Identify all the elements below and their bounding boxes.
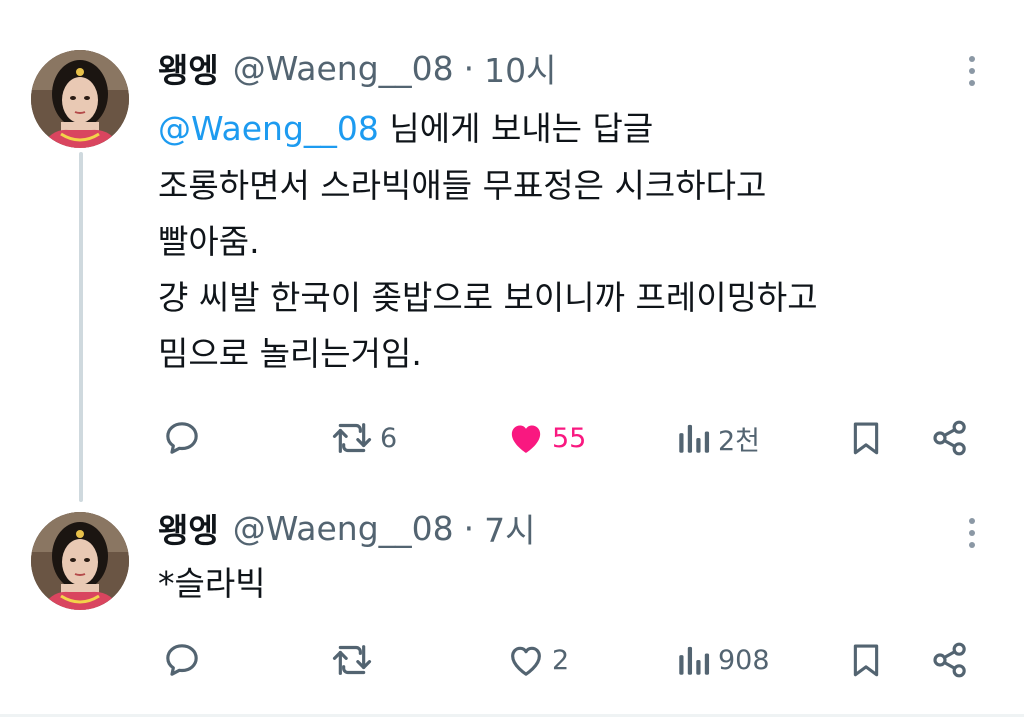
avatar[interactable] xyxy=(31,512,129,610)
retweet-icon xyxy=(332,645,372,675)
like-button[interactable]: 2 xyxy=(506,638,569,682)
tweet-line: 조롱하면서 스라빅애들 무표정은 시크하다고 xyxy=(158,166,767,205)
view-count: 2천 xyxy=(718,425,761,457)
speech-bubble-icon xyxy=(166,422,198,454)
bookmark-icon xyxy=(853,422,879,455)
tweet-text: *슬라빅 xyxy=(158,556,266,612)
timestamp[interactable]: 10시 xyxy=(484,44,556,92)
tweet-line: 밈으로 놀리는거임. xyxy=(158,334,422,373)
like-count: 2 xyxy=(552,644,570,676)
separator-dot: · xyxy=(463,48,475,88)
heart-icon xyxy=(511,425,541,453)
share-icon xyxy=(933,420,966,456)
like-count: 55 xyxy=(552,422,587,454)
views-button[interactable]: 2천 xyxy=(676,416,760,460)
avatar-image xyxy=(31,512,129,610)
tweet-line: 빨아줌. xyxy=(158,222,260,261)
user-handle[interactable]: @Waeng__08 xyxy=(233,49,454,88)
user-handle[interactable]: @Waeng__08 xyxy=(233,509,454,548)
retweet-button[interactable] xyxy=(330,638,380,682)
view-count: 908 xyxy=(718,644,770,676)
bookmark-button[interactable] xyxy=(848,638,884,682)
views-button[interactable]: 908 xyxy=(676,638,770,682)
tweet-header: 왱엥 @Waeng__08 · 7시 xyxy=(158,504,536,552)
action-bar: 6 55 2천 xyxy=(158,416,978,460)
reply-context-label: 님에게 보내는 답글 xyxy=(378,109,654,148)
reply-button[interactable] xyxy=(162,416,208,460)
tweet-line: *슬라빅 xyxy=(158,564,266,603)
share-icon xyxy=(933,642,966,678)
tweet-header: 왱엥 @Waeng__08 · 10시 xyxy=(158,44,557,92)
display-name[interactable]: 왱엥 xyxy=(158,504,219,552)
more-dots-icon[interactable] xyxy=(962,56,982,86)
avatar[interactable] xyxy=(31,50,129,148)
reply-button[interactable] xyxy=(162,638,208,682)
retweet-button[interactable]: 6 xyxy=(330,416,397,460)
display-name[interactable]: 왱엥 xyxy=(158,44,219,92)
bar-chart-icon xyxy=(679,424,710,453)
retweet-icon xyxy=(332,423,372,453)
thread-connector-line xyxy=(79,152,83,502)
bar-chart-icon xyxy=(679,646,710,675)
heart-icon xyxy=(511,646,541,676)
bookmark-button[interactable] xyxy=(848,416,884,460)
more-dots-icon[interactable] xyxy=(962,518,982,548)
reply-context: @Waeng__08 님에게 보내는 답글 xyxy=(158,102,653,150)
separator-dot: · xyxy=(463,508,475,548)
tweet-text: 조롱하면서 스라빅애들 무표정은 시크하다고 빨아줌. 걍 씨발 한국이 좆밥으… xyxy=(158,158,818,382)
avatar-image xyxy=(31,50,129,148)
tweet-line: 걍 씨발 한국이 좆밥으로 보이니까 프레이밍하고 xyxy=(158,278,818,317)
timestamp[interactable]: 7시 xyxy=(484,504,535,552)
bookmark-icon xyxy=(853,644,879,677)
share-button[interactable] xyxy=(930,416,970,460)
action-bar: 2 908 xyxy=(158,638,978,682)
reply-mention-link[interactable]: @Waeng__08 xyxy=(158,109,379,148)
share-button[interactable] xyxy=(930,638,970,682)
retweet-count: 6 xyxy=(380,422,398,454)
speech-bubble-icon xyxy=(166,644,198,676)
like-button[interactable]: 55 xyxy=(506,416,586,460)
